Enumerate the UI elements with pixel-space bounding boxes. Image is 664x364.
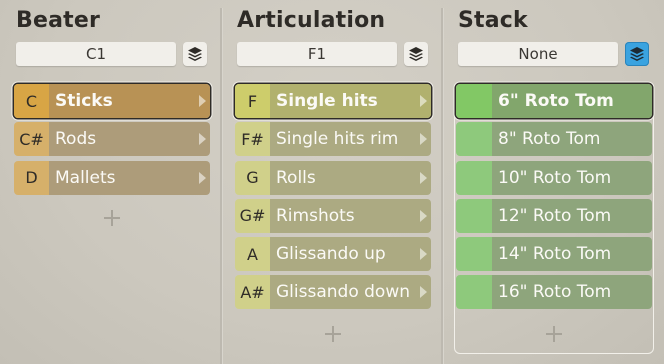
beater-list: C Sticks C# Rods D Mallets	[14, 84, 210, 199]
beater-note-selector[interactable]: C1	[16, 42, 176, 66]
add-beater-plus-icon[interactable]	[104, 210, 120, 226]
stack-column: Stack None 6" Roto Tom 8" Roto Tom 10" R…	[442, 0, 664, 364]
layers-icon	[630, 47, 644, 61]
add-articulation-plus-icon[interactable]	[325, 326, 341, 342]
articulation-key: F#	[235, 122, 270, 157]
stack-item-10-roto-tom[interactable]: 10" Roto Tom	[456, 160, 652, 195]
articulation-label: Single hits	[270, 84, 431, 118]
beater-label: Rods	[49, 122, 210, 157]
stack-item-14-roto-tom[interactable]: 14" Roto Tom	[456, 237, 652, 272]
articulation-item-single-hits-rim[interactable]: F# Single hits rim	[235, 122, 431, 157]
articulation-label: Glissando up	[270, 237, 431, 272]
articulation-label: Rimshots	[270, 198, 431, 233]
beater-item-mallets[interactable]: D Mallets	[14, 160, 210, 195]
chevron-right-icon[interactable]	[420, 171, 427, 184]
stack-note-selector[interactable]: None	[458, 42, 618, 66]
stack-swatch	[456, 160, 492, 195]
layers-icon	[188, 47, 202, 61]
stack-label: 12" Roto Tom	[492, 198, 652, 233]
chevron-right-icon[interactable]	[420, 133, 427, 146]
chevron-right-icon[interactable]	[420, 286, 427, 299]
articulation-label: Single hits rim	[270, 122, 431, 157]
chevron-right-icon[interactable]	[199, 171, 206, 184]
stack-label: 14" Roto Tom	[492, 237, 652, 272]
articulation-item-glissando-down[interactable]: A# Glissando down	[235, 275, 431, 310]
beater-label: Sticks	[49, 84, 210, 118]
beater-key: C	[14, 84, 49, 118]
beater-title: Beater	[16, 8, 101, 33]
add-stack-plus-icon[interactable]	[546, 326, 562, 342]
beater-stack-toggle-button[interactable]	[183, 42, 207, 66]
articulation-label: Glissando down	[270, 275, 431, 310]
beater-item-rods[interactable]: C# Rods	[14, 122, 210, 157]
stack-toggle-button[interactable]	[625, 42, 649, 66]
drum-mapping-panel: Beater C1 C Sticks C# Rods D Mallets Art…	[0, 0, 664, 364]
chevron-right-icon[interactable]	[420, 209, 427, 222]
stack-item-16-roto-tom[interactable]: 16" Roto Tom	[456, 275, 652, 310]
articulation-column: Articulation F1 F Single hits F# Single …	[221, 0, 442, 364]
articulation-key: A	[235, 237, 270, 272]
articulation-stack-toggle-button[interactable]	[404, 42, 428, 66]
stack-item-6-roto-tom[interactable]: 6" Roto Tom	[456, 84, 652, 118]
stack-swatch	[456, 198, 492, 233]
stack-label: 16" Roto Tom	[492, 275, 652, 310]
articulation-item-glissando-up[interactable]: A Glissando up	[235, 237, 431, 272]
articulation-title: Articulation	[237, 8, 386, 33]
beater-column: Beater C1 C Sticks C# Rods D Mallets	[0, 0, 221, 364]
stack-swatch	[456, 275, 492, 310]
stack-list: 6" Roto Tom 8" Roto Tom 10" Roto Tom 12"…	[456, 84, 652, 314]
beater-item-sticks[interactable]: C Sticks	[14, 84, 210, 118]
chevron-right-icon[interactable]	[420, 248, 427, 261]
articulation-key: A#	[235, 275, 270, 310]
articulation-list: F Single hits F# Single hits rim G Rolls…	[235, 84, 431, 314]
beater-key: D	[14, 160, 49, 195]
stack-label: 6" Roto Tom	[492, 84, 652, 118]
articulation-key: G	[235, 160, 270, 195]
stack-swatch	[456, 237, 492, 272]
articulation-item-rolls[interactable]: G Rolls	[235, 160, 431, 195]
beater-key: C#	[14, 122, 49, 157]
articulation-label: Rolls	[270, 160, 431, 195]
stack-item-8-roto-tom[interactable]: 8" Roto Tom	[456, 122, 652, 157]
articulation-key: F	[235, 84, 270, 118]
articulation-note-selector[interactable]: F1	[237, 42, 397, 66]
articulation-item-single-hits[interactable]: F Single hits	[235, 84, 431, 118]
articulation-item-rimshots[interactable]: G# Rimshots	[235, 198, 431, 233]
stack-label: 10" Roto Tom	[492, 160, 652, 195]
articulation-key: G#	[235, 198, 270, 233]
stack-label: 8" Roto Tom	[492, 122, 652, 157]
chevron-right-icon[interactable]	[199, 133, 206, 146]
stack-item-12-roto-tom[interactable]: 12" Roto Tom	[456, 198, 652, 233]
chevron-right-icon[interactable]	[199, 95, 206, 107]
stack-swatch	[456, 122, 492, 157]
beater-label: Mallets	[49, 160, 210, 195]
chevron-right-icon[interactable]	[420, 95, 427, 107]
layers-icon	[409, 47, 423, 61]
stack-title: Stack	[458, 8, 528, 33]
stack-swatch	[456, 84, 492, 118]
